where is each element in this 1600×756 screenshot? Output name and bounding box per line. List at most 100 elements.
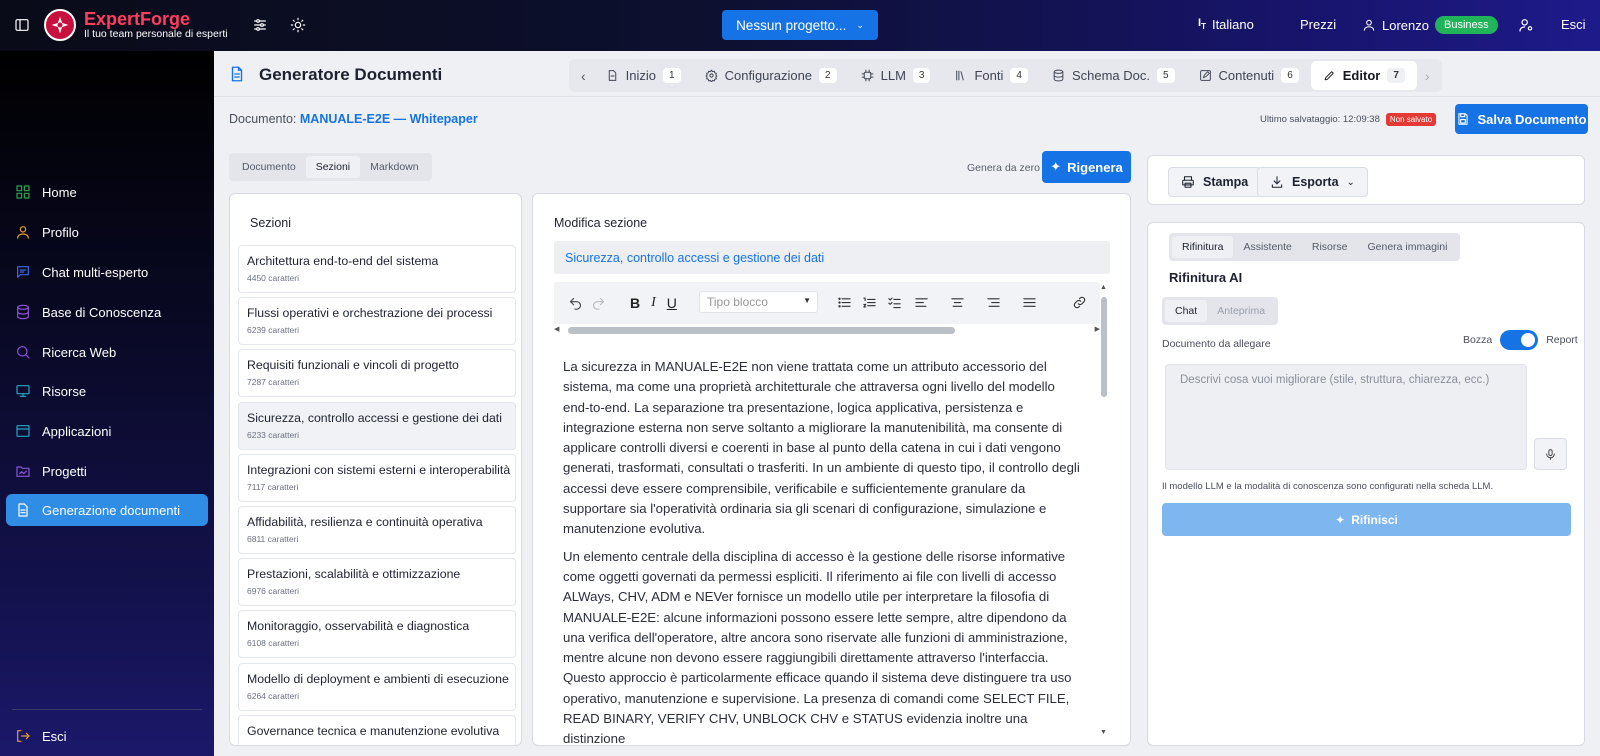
sidebar-item-knowledge[interactable]: Base di Conoscenza (6, 296, 208, 328)
align-right-icon[interactable] (986, 295, 1001, 310)
sidebar-item-profilo[interactable]: Profilo (6, 216, 208, 248)
tab-risorse[interactable]: Risorse (1302, 236, 1358, 258)
sidebar-item-home[interactable]: Home (6, 176, 208, 208)
sidebar-item-resources[interactable]: Risorse (6, 375, 208, 407)
section-count: 6264 caratteri (247, 691, 299, 701)
editor-vertical-scrollbar[interactable]: ▲ ▼ (1099, 284, 1109, 736)
section-count: 6239 caratteri (247, 325, 299, 335)
print-button[interactable]: Stampa (1168, 167, 1262, 197)
scroll-left-arrow[interactable]: ◀ (554, 325, 559, 333)
sidebar: Home Profilo Chat multi-esperto Base di … (0, 51, 214, 756)
project-selector[interactable]: Nessun progetto... ⌄ (722, 10, 878, 40)
editor-content[interactable]: La sicurezza in MANUALE-E2E non viene tr… (563, 357, 1083, 745)
user-name: Lorenzo (1382, 17, 1429, 33)
list-item[interactable]: Affidabilità, resilienza e continuità op… (238, 506, 516, 554)
chevron-left-icon[interactable]: ‹ (573, 68, 594, 84)
list-item[interactable]: Integrazioni con sistemi esterni e inter… (238, 454, 516, 502)
sidebar-item-web-search[interactable]: Ricerca Web (6, 336, 208, 368)
user-settings-icon[interactable] (1518, 17, 1534, 33)
regenerate-button[interactable]: ✦ Rigenera (1042, 151, 1131, 183)
section-count: 4450 caratteri (247, 273, 299, 283)
list-item[interactable]: Modello di deployment e ambienti di esec… (238, 663, 516, 711)
caret-down-icon: ▼ (803, 296, 811, 305)
sidebar-logout[interactable]: Esci (6, 720, 208, 752)
list-item[interactable]: Requisiti funzionali e vincoli di proget… (238, 349, 516, 397)
step-schema[interactable]: Schema Doc. 5 (1040, 61, 1187, 90)
pricing-link[interactable]: Prezzi (1300, 17, 1336, 32)
export-button[interactable]: Esporta ⌄ (1257, 167, 1368, 197)
scroll-down-arrow[interactable]: ▼ (1100, 729, 1107, 736)
sidebar-logout-label: Esci (42, 728, 67, 744)
scrollbar-thumb[interactable] (568, 327, 955, 334)
brand[interactable]: ExpertForge Il tuo team personale di esp… (44, 9, 228, 41)
tab-genera-immagini[interactable]: Genera immagini (1357, 236, 1457, 258)
underline-icon[interactable]: U (667, 295, 677, 311)
tab-sezioni[interactable]: Sezioni (305, 156, 361, 178)
vertical-scrollbar-thumb[interactable] (1101, 297, 1107, 397)
draft-report-toggle[interactable] (1500, 330, 1539, 350)
tab-rifinitura[interactable]: Rifinitura (1172, 236, 1234, 258)
sidebar-toggle-icon[interactable] (14, 17, 30, 33)
align-left-icon[interactable] (914, 295, 929, 310)
list-item[interactable]: Governance tecnica e manutenzione evolut… (238, 715, 516, 745)
step-inizio[interactable]: Inizio 1 (594, 61, 693, 90)
sliders-icon[interactable] (252, 17, 268, 33)
view-tabs: Documento Sezioni Markdown (229, 153, 432, 181)
cpu-icon (861, 69, 874, 82)
step-editor[interactable]: Editor 7 (1310, 61, 1417, 90)
list-item[interactable]: Prestazioni, scalabilità e ottimizzazion… (238, 558, 516, 606)
unsaved-badge: Non salvato (1385, 113, 1437, 126)
block-type-select[interactable]: Tipo blocco ▼ (699, 291, 818, 313)
step-fonti[interactable]: Fonti 4 (942, 61, 1039, 90)
numbered-list-icon[interactable] (862, 295, 877, 310)
tab-anteprima[interactable]: Anteprima (1207, 300, 1275, 322)
tab-chat[interactable]: Chat (1165, 300, 1208, 322)
section-title-input[interactable]: Sicurezza, controllo accessi e gestione … (554, 241, 1110, 274)
list-item[interactable]: Flussi operativi e orchestrazione dei pr… (238, 297, 516, 345)
sidebar-item-projects[interactable]: Progetti (6, 455, 208, 487)
list-item[interactable]: Architettura end-to-end del sistema 4450 … (238, 245, 516, 293)
step-label: Inizio (625, 68, 657, 83)
section-count: 6976 caratteri (247, 586, 299, 596)
step-llm[interactable]: LLM 3 (849, 61, 943, 90)
top-bar: ExpertForge Il tuo team personale di esp… (0, 0, 1600, 51)
align-center-icon[interactable] (950, 295, 965, 310)
refine-textarea[interactable]: Descrivi cosa vuoi migliorare (stile, st… (1165, 364, 1527, 470)
sidebar-item-apps[interactable]: Applicazioni (6, 415, 208, 447)
document-name[interactable]: MANUALE-E2E — Whitepaper (300, 112, 478, 126)
step-configurazione[interactable]: Configurazione 2 (693, 61, 849, 90)
chat-icon (15, 264, 31, 280)
scroll-up-arrow[interactable]: ▲ (1100, 284, 1107, 291)
tab-documento[interactable]: Documento (232, 156, 306, 178)
checklist-icon[interactable] (887, 295, 902, 310)
tab-markdown[interactable]: Markdown (360, 156, 428, 178)
tab-assistente[interactable]: Assistente (1233, 236, 1301, 258)
theme-sun-icon[interactable] (290, 17, 306, 33)
toggle-right-label: Report (1546, 334, 1578, 346)
link-icon[interactable] (1072, 295, 1087, 310)
user-menu[interactable]: Lorenzo Business (1362, 16, 1498, 34)
undo-icon[interactable] (568, 296, 583, 311)
sidebar-item-doc-generation[interactable]: Generazione documenti (6, 494, 208, 526)
sidebar-item-chat[interactable]: Chat multi-esperto (6, 256, 208, 288)
align-justify-icon[interactable] (1022, 295, 1037, 310)
pen-icon (1323, 69, 1336, 82)
step-contenuti[interactable]: Contenuti 6 (1187, 61, 1311, 90)
chevron-right-icon[interactable]: › (1417, 68, 1438, 84)
list-item[interactable]: Monitoraggio, osservabilità e diagnostic… (238, 610, 516, 658)
editor-title: Modifica sezione (554, 216, 648, 230)
list-item-selected[interactable]: Sicurezza, controllo accessi e gestione … (238, 402, 516, 450)
redo-icon[interactable] (591, 296, 606, 311)
save-document-button[interactable]: Salva Documento (1455, 104, 1588, 134)
bullet-list-icon[interactable] (837, 295, 852, 310)
bold-icon[interactable]: B (630, 295, 640, 311)
microphone-button[interactable] (1534, 438, 1567, 470)
app-window-icon (15, 423, 31, 439)
toolbar-scrollbar[interactable]: ◀ ▶ (554, 325, 1100, 335)
refine-button[interactable]: ✦ Rifinisci (1162, 503, 1571, 536)
language-selector[interactable]: IT Italiano (1198, 17, 1254, 32)
italic-icon[interactable]: I (651, 295, 656, 311)
logout-link[interactable]: Esci (1561, 17, 1586, 32)
step-number: 7 (1387, 68, 1405, 83)
section-title: Modello di deployment e ambienti di esec… (247, 672, 509, 686)
